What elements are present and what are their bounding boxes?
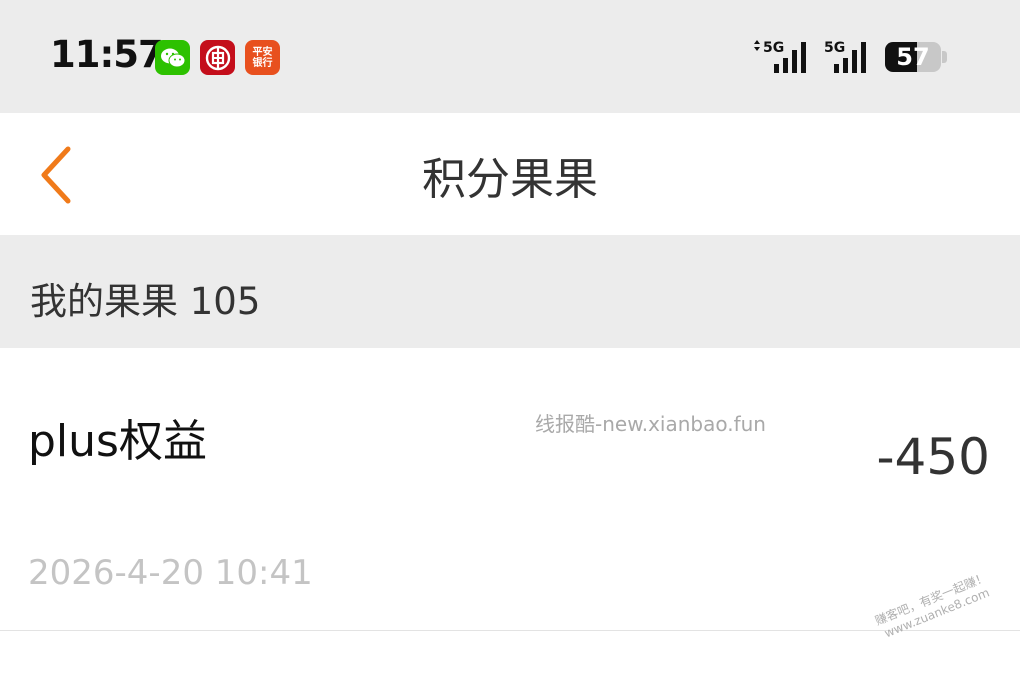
points-balance: 我的果果 105 bbox=[30, 280, 261, 323]
navigation-bar: 积分果果 bbox=[0, 113, 1020, 235]
icbc-bank-icon bbox=[200, 40, 235, 75]
battery-cap bbox=[942, 51, 947, 63]
cellular-signal-1: 5G bbox=[752, 38, 814, 80]
list-divider bbox=[0, 630, 1020, 631]
points-summary: 我的果果 105 bbox=[0, 235, 1020, 348]
battery-level: 57 bbox=[896, 43, 930, 71]
cellular-signal-2: 5G bbox=[824, 38, 876, 80]
status-bar: 11:57 平安 银行 5G 5G 57 bbox=[0, 0, 1020, 113]
record-title: plus权益 bbox=[28, 416, 207, 467]
status-time: 11:57 bbox=[50, 33, 164, 76]
pingan-label-line2: 银行 bbox=[252, 57, 273, 69]
network-label-2: 5G bbox=[824, 40, 845, 56]
record-amount: -450 bbox=[876, 428, 990, 486]
network-label-1: 5G bbox=[763, 40, 784, 56]
list-item[interactable]: plus权益 -450 2026-4-20 10:41 bbox=[0, 348, 1020, 630]
wechat-icon bbox=[155, 40, 190, 75]
battery-indicator: 57 bbox=[885, 42, 941, 72]
watermark-text: 线报酷-new.xianbao.fun bbox=[535, 412, 766, 436]
pingan-label-line1: 平安 bbox=[252, 46, 273, 58]
record-time: 2026-4-20 10:41 bbox=[28, 553, 313, 593]
pingan-bank-icon: 平安 银行 bbox=[245, 40, 280, 75]
page-title: 积分果果 bbox=[422, 154, 598, 205]
